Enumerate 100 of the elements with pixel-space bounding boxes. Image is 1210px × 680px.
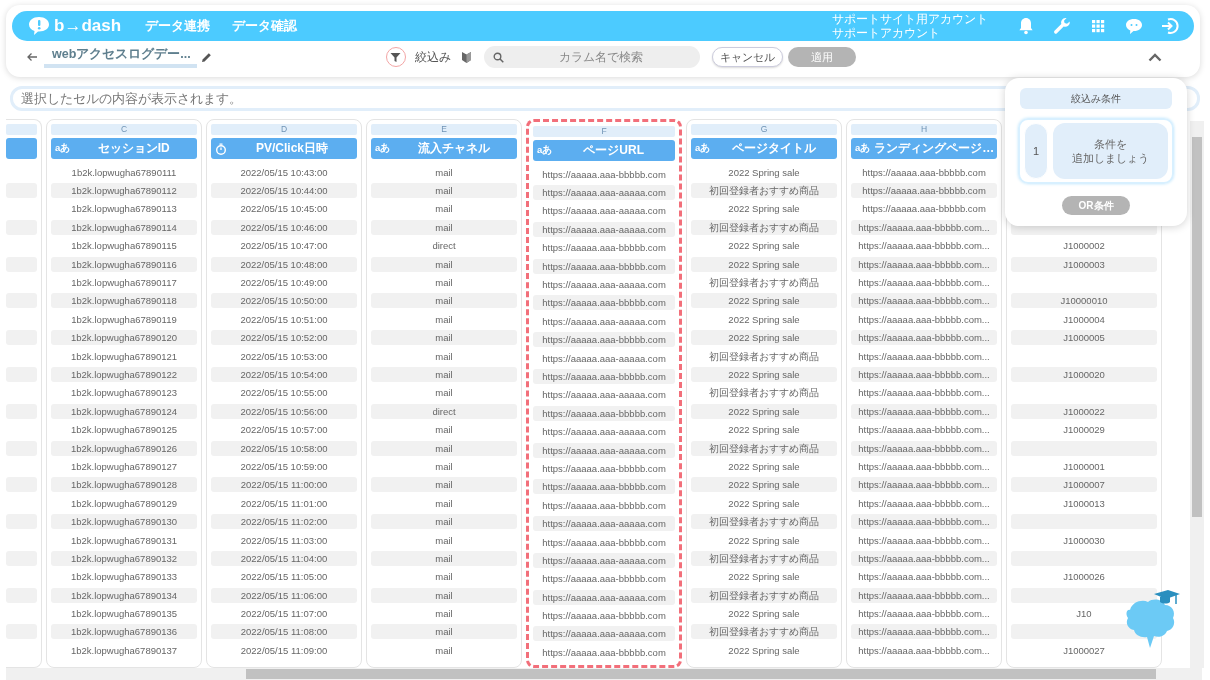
nav-link[interactable]: データ確認 <box>232 17 298 35</box>
table-cell: https://aaaaa.aaa-bbbbb.com... <box>851 624 997 640</box>
column-letter-bar <box>6 124 37 135</box>
table-cell: mail <box>371 293 517 309</box>
column-letter: C <box>51 124 197 135</box>
table-cell: 2022 Spring sale <box>691 330 837 346</box>
search-field[interactable]: カラム名で検索 <box>483 46 700 68</box>
type-label: aあ <box>55 142 71 155</box>
table-cell: 1b2k.lopwugha67890128 <box>51 477 197 493</box>
table-cell: https://aaaaa.aaa-bbbbb.com <box>851 183 997 199</box>
column-header[interactable]: PV/Click日時 <box>211 138 357 159</box>
column-header[interactable]: aあ ページタイトル <box>691 138 837 159</box>
table-cell-text: https://aaaaa.aaa-aaaaa.com <box>541 425 667 440</box>
horizontal-scrollbar[interactable] <box>6 668 1202 680</box>
pencil-icon[interactable] <box>200 51 212 63</box>
table-cell: 2022/05/15 10:44:00 <box>211 183 357 199</box>
table-cell-text: mail <box>434 276 454 291</box>
table-cell: 初回登録者おすすめ商品 <box>691 440 837 456</box>
table-cell-text: mail <box>434 570 454 585</box>
table-cell: https://aaaaa.aaa-aaaaa.com <box>533 221 675 237</box>
table-cell-text: 2022/05/15 11:07:00 <box>239 607 329 622</box>
table-cell-text: https://aaaaa.aaa-bbbbb.com... <box>857 312 991 327</box>
table-cell: 1b2k.lopwugha67890132 <box>51 550 197 566</box>
beginner-mark-icon[interactable] <box>460 50 472 64</box>
table-cell: 2022/05/15 11:02:00 <box>211 514 357 530</box>
add-condition-button[interactable]: 条件を 追加しましょう <box>1053 123 1168 179</box>
table-cell-text: https://aaaaa.aaa-bbbbb.com... <box>857 570 991 585</box>
table-cell: https://aaaaa.aaa-aaaaa.com <box>533 185 675 201</box>
nav-link[interactable]: データ連携 <box>145 17 211 35</box>
table-cell-text: 1b2k.lopwugha67890131 <box>69 533 179 548</box>
table-cell: 1b2k.lopwugha67890114 <box>51 219 197 235</box>
column-header[interactable]: aあ セッションID <box>51 138 197 159</box>
table-cell: mail <box>371 587 517 603</box>
table-cell: 2022/05/15 11:04:00 <box>211 550 357 566</box>
table-cell-text: https://aaaaa.aaa-bbbbb.com... <box>857 533 991 548</box>
table-cell: J1000022 <box>1011 403 1157 419</box>
table-cell-text: 2022/05/15 10:43:00 <box>239 165 329 180</box>
column-title: 流入チャネル <box>416 140 491 157</box>
column-header[interactable] <box>6 138 37 159</box>
table-cell-text: 初回登録者おすすめ商品 <box>708 349 820 364</box>
table-cell-text: 初回登録者おすすめ商品 <box>708 386 820 401</box>
table-cell: https://aaaaa.aaa-bbbbb.com... <box>851 256 997 272</box>
table-cell: mail <box>371 256 517 272</box>
table-cell-text: mail <box>434 165 454 180</box>
dataset-title: webアクセスログデー... <box>44 46 197 68</box>
table-cell-text: https://aaaaa.aaa-aaaaa.com <box>541 204 667 219</box>
table-cell: mail <box>371 330 517 346</box>
table-cell-text: https://aaaaa.aaa-bbbbb.com... <box>857 423 991 438</box>
table-cell: 2022/05/15 11:00:00 <box>211 477 357 493</box>
column-header[interactable]: aあ ランディングページ… <box>851 138 997 159</box>
chat-bubble-icon[interactable] <box>1124 16 1144 36</box>
table-cell-text: https://aaaaa.aaa-bbbbb.com <box>541 498 667 513</box>
table-cell-text: https://aaaaa.aaa-bbbbb.com <box>861 165 987 180</box>
table-cell: J1000007 <box>1011 477 1157 493</box>
table-cell-text: direct <box>431 239 457 254</box>
chevron-up-icon[interactable] <box>1148 52 1162 62</box>
login-icon[interactable] <box>1160 16 1180 36</box>
table-cell: https://aaaaa.aaa-bbbbb.com... <box>851 587 997 603</box>
cancel-button[interactable]: キャンセル <box>711 47 783 67</box>
table-cell-text: 1b2k.lopwugha67890135 <box>69 607 179 622</box>
table-cell: mail <box>371 367 517 382</box>
table-cell-text: 2022 Spring sale <box>727 423 801 438</box>
table-cell: 1b2k.lopwugha67890122 <box>51 367 197 382</box>
column-header[interactable]: aあ 流入チャネル <box>371 138 517 159</box>
table-cell-text: https://aaaaa.aaa-bbbbb.com <box>861 202 987 217</box>
vertical-scrollbar[interactable] <box>1190 121 1204 668</box>
filter-button[interactable] <box>385 47 406 67</box>
table-cell: 1b2k.lopwugha67890126 <box>51 440 197 456</box>
table-cell-text: 2022/05/15 10:53:00 <box>239 349 329 364</box>
column-title: ページタイトル <box>730 140 817 157</box>
column-letter: G <box>691 124 837 135</box>
table-cell-text: https://aaaaa.aaa-bbbbb.com... <box>857 459 991 474</box>
table-cell-text: 2022 Spring sale <box>727 165 801 180</box>
table-cell: https://aaaaa.aaa-bbbbb.com <box>533 479 675 495</box>
table-cell: 1b2k.lopwugha67890136 <box>51 624 197 640</box>
table-cell: https://aaaaa.aaa-aaaaa.com <box>533 552 675 568</box>
logo[interactable]: b→dash <box>28 16 122 36</box>
table-cell: 2022/05/15 10:50:00 <box>211 293 357 309</box>
scroll-thumb[interactable] <box>246 669 1156 679</box>
table-cell-text: 2022/05/15 10:45:00 <box>239 202 329 217</box>
table-cell: https://aaaaa.aaa-bbbbb.com... <box>851 440 997 456</box>
table-cell-text: https://aaaaa.aaa-aaaaa.com <box>541 314 667 329</box>
table-cell: https://aaaaa.aaa-bbbbb.com... <box>851 293 997 309</box>
stopwatch-icon <box>215 142 227 155</box>
back-arrow-icon[interactable] <box>26 52 38 62</box>
type-label: aあ <box>537 144 553 157</box>
table-cell-text: J1000030 <box>1062 533 1106 548</box>
table-cell-text: 2022 Spring sale <box>727 570 801 585</box>
column-header[interactable]: aあ ページURL <box>533 140 675 161</box>
table-cell-text: 1b2k.lopwugha67890111 <box>70 165 178 180</box>
table-cell-text: mail <box>434 349 454 364</box>
table-cell: 2022/05/15 11:06:00 <box>211 587 357 603</box>
type-label: aあ <box>855 142 871 155</box>
wrench-icon[interactable] <box>1052 16 1072 36</box>
table-cell: 1b2k.lopwugha67890124 <box>51 403 197 419</box>
table-cell-text: https://aaaaa.aaa-bbbbb.com <box>541 572 667 587</box>
table-cell-text: mail <box>434 496 454 511</box>
table-cell-text: mail <box>434 607 454 622</box>
table-cell: 初回登録者おすすめ商品 <box>691 183 837 199</box>
scroll-thumb[interactable] <box>1192 137 1202 517</box>
